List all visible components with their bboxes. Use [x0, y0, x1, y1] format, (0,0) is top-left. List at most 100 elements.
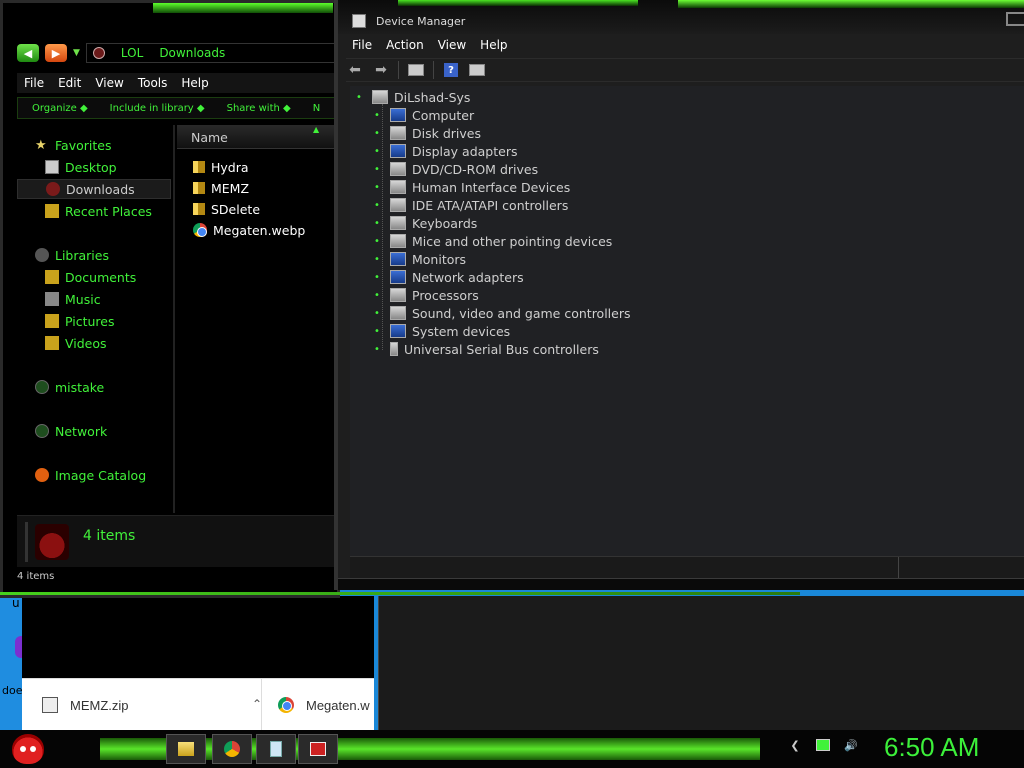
start-button[interactable] [8, 730, 48, 768]
nav-pictures[interactable]: Pictures [45, 311, 115, 331]
nav-downloads[interactable]: Downloads [17, 179, 171, 199]
taskbar-app-button[interactable] [298, 734, 338, 764]
taskbar-chrome-button[interactable] [212, 734, 252, 764]
nav-image-catalog[interactable]: Image Catalog [35, 465, 146, 485]
expand-icon[interactable]: • [374, 146, 384, 157]
expand-icon[interactable]: • [374, 200, 384, 211]
tree-item-dvd-drives[interactable]: • DVD/CD-ROM drives [374, 160, 538, 178]
forward-arrow-icon[interactable]: ➡ [372, 62, 390, 78]
chevron-up-icon[interactable]: ⌃ [252, 697, 262, 711]
taskbar-notepad-button[interactable] [256, 734, 296, 764]
nav-desktop[interactable]: Desktop [45, 157, 117, 177]
menu-action[interactable]: Action [380, 36, 432, 56]
show-hidden-icons-icon[interactable]: ❮ [788, 738, 802, 752]
back-button[interactable]: ◀ [17, 44, 39, 62]
explorer-window: ◀ ▶ ▼ LOL Downloads File Edit View Tools… [0, 0, 340, 598]
volume-icon[interactable]: 🔊 [844, 738, 858, 752]
tree-item-processors[interactable]: • Processors [374, 286, 479, 304]
file-row[interactable]: MEMZ [193, 178, 249, 198]
usb-icon [390, 342, 398, 356]
tree-item-display-adapters[interactable]: • Display adapters [374, 142, 517, 160]
expand-icon[interactable]: • [374, 128, 384, 139]
nav-recent-places[interactable]: Recent Places [45, 201, 152, 221]
download-filename: MEMZ.zip [70, 697, 129, 713]
expand-icon[interactable]: • [374, 182, 384, 193]
forward-button[interactable]: ▶ [45, 44, 67, 62]
nav-documents[interactable]: Documents [45, 267, 136, 287]
expand-icon[interactable]: • [374, 326, 384, 337]
notepad-icon [270, 741, 282, 757]
column-header-name[interactable]: Name ▲ [177, 125, 339, 149]
recent-places-icon [45, 204, 59, 218]
file-row[interactable]: SDelete [193, 199, 260, 219]
monitor-icon [390, 252, 406, 266]
maximize-button[interactable] [1006, 12, 1024, 26]
nav-label: Downloads [66, 181, 135, 197]
taskbar: ❮ 🔊 6:50 AM [0, 730, 1024, 768]
download-item[interactable]: Megaten.w [278, 679, 378, 731]
nav-videos[interactable]: Videos [45, 333, 107, 353]
tree-item-network-adapters[interactable]: • Network adapters [374, 268, 524, 286]
include-in-library-button[interactable]: Include in library ◆ [110, 103, 205, 114]
expand-icon[interactable]: • [374, 290, 384, 301]
network-status-icon[interactable] [816, 739, 830, 751]
tree-item-computer[interactable]: • Computer [374, 106, 474, 124]
back-arrow-icon[interactable]: ⬅ [346, 62, 364, 78]
recent-dropdown-icon[interactable]: ▼ [73, 48, 80, 58]
tree-item-sound[interactable]: • Sound, video and game controllers [374, 304, 631, 322]
column-label: Name [191, 130, 228, 145]
organize-button[interactable]: Organize ◆ [32, 103, 88, 114]
pane-splitter[interactable] [173, 125, 175, 513]
show-hide-console-tree-icon[interactable] [468, 62, 486, 78]
download-item[interactable]: MEMZ.zip ⌃ [42, 679, 262, 731]
expand-icon[interactable]: • [374, 308, 384, 319]
clock[interactable]: 6:50 AM [884, 732, 979, 763]
tree-item-keyboards[interactable]: • Keyboards [374, 214, 477, 232]
expand-icon[interactable]: • [374, 254, 384, 265]
share-with-button[interactable]: Share with ◆ [227, 103, 291, 114]
collapse-icon[interactable]: • [356, 92, 366, 103]
nav-music[interactable]: Music [45, 289, 101, 309]
tree-item-ide-controllers[interactable]: • IDE ATA/ATAPI controllers [374, 196, 568, 214]
expand-icon[interactable]: • [374, 218, 384, 229]
menu-help[interactable]: Help [474, 36, 515, 56]
tree-item-monitors[interactable]: • Monitors [374, 250, 466, 268]
tree-item-usb-controllers[interactable]: • Universal Serial Bus controllers [374, 340, 599, 358]
toolbar-overflow-button[interactable]: N [313, 103, 320, 114]
tree-root-computer[interactable]: • DiLshad-Sys [356, 88, 470, 106]
taskbar-explorer-button[interactable] [166, 734, 206, 764]
expand-icon[interactable]: • [374, 110, 384, 121]
menu-view[interactable]: View [432, 36, 474, 56]
properties-icon[interactable] [407, 62, 425, 78]
nav-network[interactable]: Network [35, 421, 107, 441]
tree-label: Universal Serial Bus controllers [404, 341, 599, 357]
file-row[interactable]: Hydra [193, 157, 249, 177]
breadcrumb-lol[interactable]: LOL [121, 46, 143, 60]
nav-favorites[interactable]: ★ Favorites [35, 135, 111, 155]
menu-file[interactable]: File [17, 73, 51, 93]
nav-libraries[interactable]: Libraries [35, 245, 109, 265]
breadcrumb-downloads[interactable]: Downloads [159, 46, 225, 60]
tree-item-mice[interactable]: • Mice and other pointing devices [374, 232, 612, 250]
tree-item-system-devices[interactable]: • System devices [374, 322, 510, 340]
zip-file-icon [42, 697, 58, 713]
expand-icon[interactable]: • [374, 164, 384, 175]
expand-icon[interactable]: • [374, 236, 384, 247]
sort-arrow-icon: ▲ [313, 125, 320, 134]
expand-icon[interactable]: • [374, 344, 384, 355]
menu-view[interactable]: View [88, 73, 130, 93]
nav-label: Documents [65, 269, 137, 285]
address-field[interactable]: LOL Downloads [85, 43, 339, 63]
details-accent [25, 522, 28, 562]
tree-item-hid[interactable]: • Human Interface Devices [374, 178, 570, 196]
file-row[interactable]: Megaten.webp [193, 220, 305, 240]
menu-tools[interactable]: Tools [131, 73, 175, 93]
nav-homegroup[interactable]: mistake [35, 377, 104, 397]
help-icon[interactable]: ? [442, 62, 460, 78]
expand-icon[interactable]: • [374, 272, 384, 283]
menu-file[interactable]: File [346, 36, 380, 56]
title-bar[interactable]: Device Manager [338, 0, 1024, 34]
tree-item-disk-drives[interactable]: • Disk drives [374, 124, 481, 142]
menu-edit[interactable]: Edit [51, 73, 88, 93]
menu-help[interactable]: Help [174, 73, 215, 93]
